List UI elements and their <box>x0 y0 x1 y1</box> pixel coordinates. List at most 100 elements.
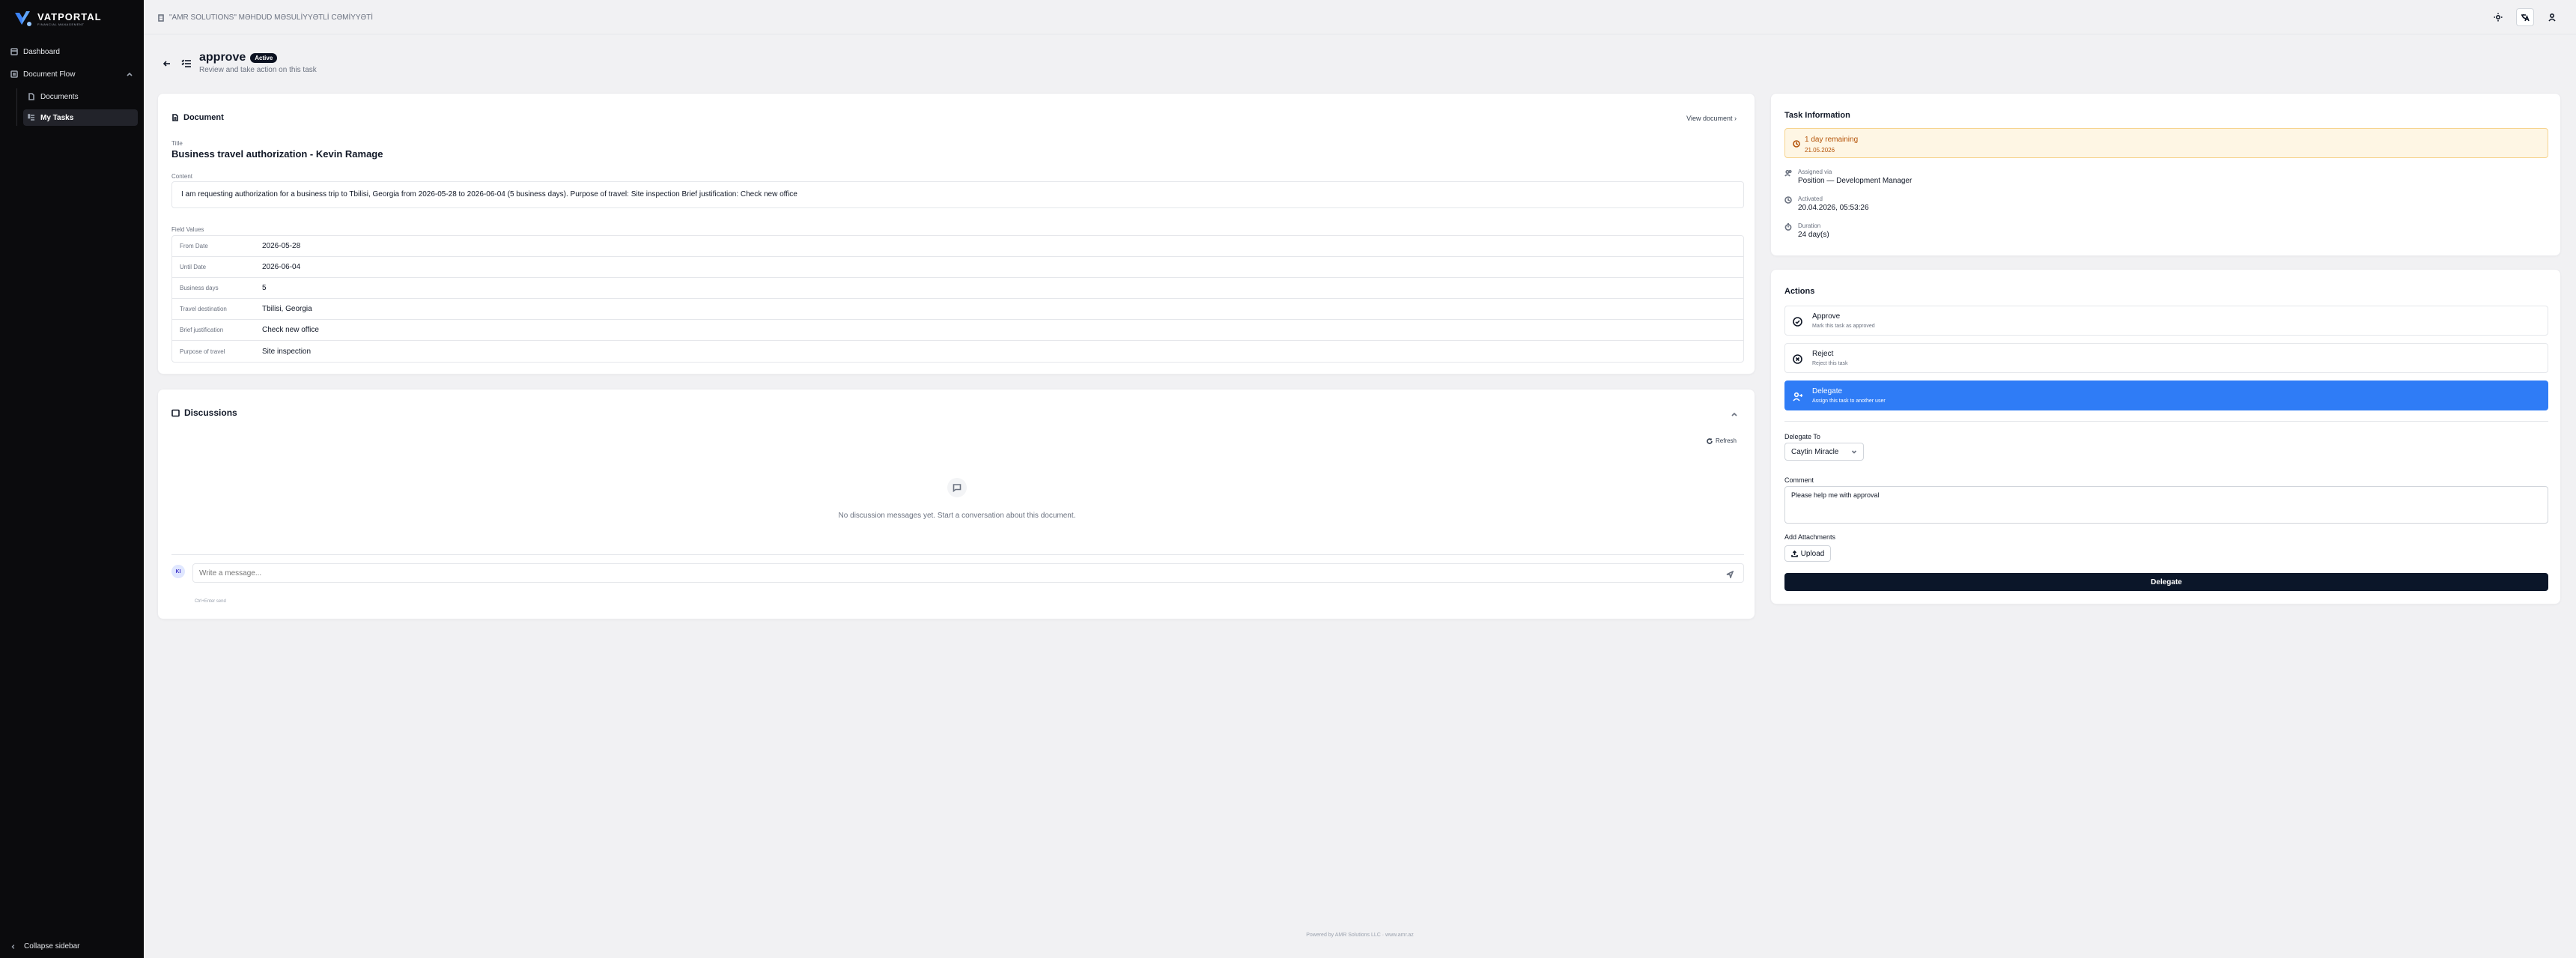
brand-name: VATPORTAL <box>37 10 102 22</box>
approve-option[interactable]: Approve Mark this task as approved <box>1784 306 2548 336</box>
discussions-card: Discussions Refresh No discussion messag… <box>157 389 1755 619</box>
dashboard-icon <box>10 48 18 55</box>
delegate-to-value: Caytin Miracle <box>1791 447 1839 456</box>
table-row: Until Date 2026-06-04 <box>172 257 1743 278</box>
document-title: Business travel authorization - Kevin Ra… <box>171 148 383 160</box>
topbar: "AMR SOLUTIONS" MƏHDUD MƏSULİYYƏTLİ CƏMİ… <box>144 0 2576 34</box>
field-value: Tbilisi, Georgia <box>262 305 312 313</box>
chevron-up-icon <box>1731 412 1737 416</box>
option-title: Reject <box>1812 350 1834 358</box>
option-subtitle: Mark this task as approved <box>1812 324 1875 329</box>
page-header: approve Active Review and take action on… <box>163 51 317 74</box>
sidebar-item-dashboard[interactable]: Dashboard <box>6 43 138 60</box>
send-button[interactable] <box>1726 569 1734 582</box>
field-key: Travel destination <box>180 306 227 312</box>
task-information-heading: Task Information <box>1784 111 1850 120</box>
table-row: Brief justification Check new office <box>172 320 1743 341</box>
assigned-via-value: Position — Development Manager <box>1798 177 1913 185</box>
building-icon <box>158 13 164 22</box>
delegate-submit-button[interactable]: Delegate <box>1784 573 2548 591</box>
refresh-icon <box>1707 437 1713 444</box>
delegate-to-label: Delegate To <box>1784 433 1820 440</box>
empty-state-text: No discussion messages yet. Start a conv… <box>838 512 1076 520</box>
title-label: Title <box>171 140 183 147</box>
field-values-label: Field Values <box>171 226 204 233</box>
sidebar-subnav: Documents My Tasks <box>16 88 138 126</box>
assigned-via-label: Assigned via <box>1798 169 1832 175</box>
upload-button[interactable]: Upload <box>1784 545 1831 562</box>
content-label: Content <box>171 173 193 180</box>
option-subtitle: Reject this task <box>1812 361 1848 366</box>
sidebar-item-my-tasks[interactable]: My Tasks <box>23 109 138 126</box>
chevron-right-icon: › <box>1734 115 1737 122</box>
theme-toggle-button[interactable] <box>2489 8 2507 26</box>
comment-field[interactable]: Please help me with approval <box>1784 486 2548 524</box>
field-value: 5 <box>262 284 267 292</box>
document-heading: Document <box>183 113 224 122</box>
send-icon <box>1726 570 1734 580</box>
collapse-discussions-button[interactable] <box>1731 409 1738 422</box>
table-row: Travel destination Tbilisi, Georgia <box>172 299 1743 320</box>
field-key: Until Date <box>180 264 207 270</box>
time-remaining-banner: 1 day remaining 21.05.2026 <box>1784 128 2548 158</box>
brand-tagline: FINANCIAL MANAGEMENT <box>37 22 85 26</box>
sidebar-item-documents[interactable]: Documents <box>23 88 138 105</box>
user-menu-button[interactable] <box>2543 8 2561 26</box>
company-selector[interactable]: "AMR SOLUTIONS" MƏHDUD MƏSULİYYƏTLİ CƏMİ… <box>157 13 373 22</box>
delegate-to-select[interactable]: Caytin Miracle <box>1784 443 1864 461</box>
duration-value: 24 day(s) <box>1798 231 1829 239</box>
collapse-sidebar-button[interactable]: Collapse sidebar <box>10 942 80 951</box>
sidebar-item-label: My Tasks <box>40 113 74 122</box>
table-row: Purpose of travel Site inspection <box>172 341 1743 362</box>
page-subtitle: Review and take action on this task <box>199 66 317 74</box>
field-values-table: From Date 2026-05-28 Until Date 2026-06-04… <box>171 235 1744 363</box>
refresh-button[interactable]: Refresh <box>1707 437 1737 444</box>
option-title: Approve <box>1812 312 1841 321</box>
status-badge: Active <box>250 52 278 63</box>
check-circle-icon <box>1793 317 1802 327</box>
sidebar-item-label: Documents <box>40 92 79 101</box>
discussions-heading: Discussions <box>184 407 237 418</box>
document-card: Document View document › Title Business … <box>157 93 1755 375</box>
user-icon <box>2548 13 2556 22</box>
brand-logo[interactable]: VATPORTAL FINANCIAL MANAGEMENT <box>13 9 102 28</box>
divider <box>171 554 1744 555</box>
back-arrow-icon[interactable] <box>163 60 171 67</box>
message-input[interactable] <box>192 563 1744 583</box>
sun-icon <box>2494 13 2503 22</box>
task-information-card: Task Information 1 day remaining 21.05.2… <box>1770 93 2561 256</box>
users-icon <box>1784 169 1792 177</box>
user-arrow-icon <box>1793 392 1802 401</box>
duration-row: Duration 24 day(s) <box>1784 222 1829 239</box>
chevron-down-icon <box>1851 450 1857 454</box>
keyboard-hint: Ctrl+Enter send <box>195 599 226 604</box>
task-list-icon <box>181 59 191 67</box>
field-key: Purpose of travel <box>180 348 225 355</box>
sidebar-item-document-flow[interactable]: Document Flow <box>6 66 138 82</box>
field-value: 2026-05-28 <box>262 242 301 250</box>
delegate-option[interactable]: Delegate Assign this task to another use… <box>1784 381 2548 410</box>
field-key: Brief justification <box>180 327 224 333</box>
chevron-up-icon <box>127 72 133 76</box>
document-card-header: Document <box>171 113 224 122</box>
document-icon <box>28 93 34 100</box>
reject-option[interactable]: Reject Reject this task <box>1784 343 2548 373</box>
upload-label: Upload <box>1800 549 1825 558</box>
topbar-actions <box>2489 8 2561 26</box>
view-document-label: View document <box>1686 115 1733 122</box>
option-subtitle: Assign this task to another user <box>1812 398 1886 404</box>
activated-value: 20.04.2026, 05:53:26 <box>1798 204 1869 212</box>
view-document-link[interactable]: View document › <box>1686 115 1737 122</box>
chevron-left-icon <box>11 944 15 949</box>
language-button[interactable] <box>2516 8 2534 26</box>
field-value: Check new office <box>262 326 319 334</box>
duration-label: Duration <box>1798 222 1821 229</box>
discussions-header: Discussions <box>171 407 237 418</box>
message-bubble-icon <box>953 484 962 492</box>
table-row: Business days 5 <box>172 278 1743 299</box>
deadline-date: 21.05.2026 <box>1805 147 1835 154</box>
table-row: From Date 2026-05-28 <box>172 236 1743 257</box>
activated-row: Activated 20.04.2026, 05:53:26 <box>1784 195 1869 212</box>
actions-heading: Actions <box>1784 287 1815 296</box>
field-value: 2026-06-04 <box>262 263 301 271</box>
